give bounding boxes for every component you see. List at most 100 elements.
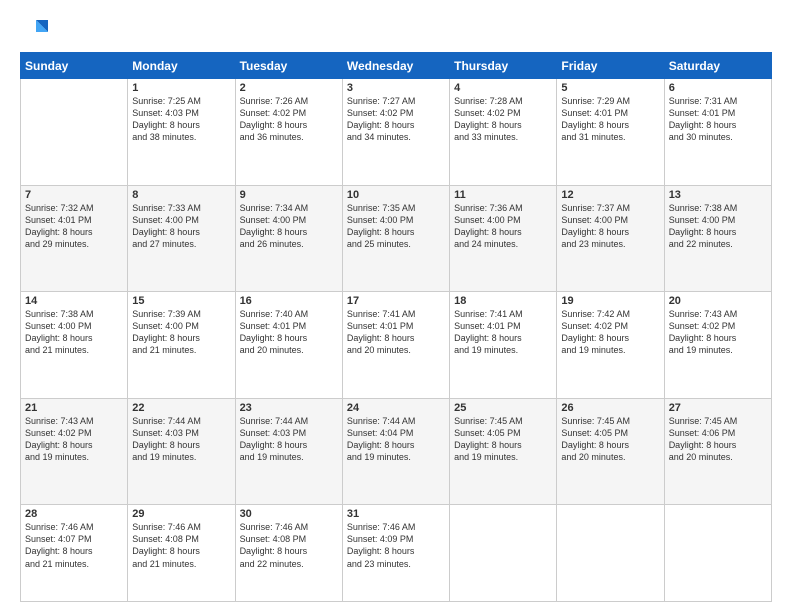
calendar-cell: 2Sunrise: 7:26 AM Sunset: 4:02 PM Daylig…: [235, 79, 342, 186]
day-info: Sunrise: 7:44 AM Sunset: 4:03 PM Dayligh…: [132, 415, 230, 464]
calendar-cell: 12Sunrise: 7:37 AM Sunset: 4:00 PM Dayli…: [557, 185, 664, 292]
day-info: Sunrise: 7:46 AM Sunset: 4:09 PM Dayligh…: [347, 521, 445, 570]
calendar-week-row: 28Sunrise: 7:46 AM Sunset: 4:07 PM Dayli…: [21, 505, 772, 602]
calendar-cell: [450, 505, 557, 602]
day-number: 30: [240, 508, 338, 520]
calendar-cell: 27Sunrise: 7:45 AM Sunset: 4:06 PM Dayli…: [664, 398, 771, 505]
day-number: 23: [240, 402, 338, 414]
day-of-week-header: Saturday: [664, 53, 771, 79]
day-number: 31: [347, 508, 445, 520]
day-info: Sunrise: 7:35 AM Sunset: 4:00 PM Dayligh…: [347, 202, 445, 251]
day-info: Sunrise: 7:31 AM Sunset: 4:01 PM Dayligh…: [669, 95, 767, 144]
calendar-cell: 13Sunrise: 7:38 AM Sunset: 4:00 PM Dayli…: [664, 185, 771, 292]
calendar-cell: 5Sunrise: 7:29 AM Sunset: 4:01 PM Daylig…: [557, 79, 664, 186]
day-number: 20: [669, 295, 767, 307]
day-number: 3: [347, 82, 445, 94]
day-info: Sunrise: 7:29 AM Sunset: 4:01 PM Dayligh…: [561, 95, 659, 144]
day-of-week-header: Tuesday: [235, 53, 342, 79]
day-info: Sunrise: 7:45 AM Sunset: 4:05 PM Dayligh…: [454, 415, 552, 464]
calendar-cell: 14Sunrise: 7:38 AM Sunset: 4:00 PM Dayli…: [21, 292, 128, 399]
day-info: Sunrise: 7:43 AM Sunset: 4:02 PM Dayligh…: [669, 308, 767, 357]
day-info: Sunrise: 7:45 AM Sunset: 4:05 PM Dayligh…: [561, 415, 659, 464]
calendar-header-row: SundayMondayTuesdayWednesdayThursdayFrid…: [21, 53, 772, 79]
logo: [20, 16, 52, 44]
day-number: 11: [454, 189, 552, 201]
day-number: 9: [240, 189, 338, 201]
page: SundayMondayTuesdayWednesdayThursdayFrid…: [0, 0, 792, 612]
day-info: Sunrise: 7:33 AM Sunset: 4:00 PM Dayligh…: [132, 202, 230, 251]
calendar-week-row: 7Sunrise: 7:32 AM Sunset: 4:01 PM Daylig…: [21, 185, 772, 292]
calendar-cell: 17Sunrise: 7:41 AM Sunset: 4:01 PM Dayli…: [342, 292, 449, 399]
calendar-cell: 20Sunrise: 7:43 AM Sunset: 4:02 PM Dayli…: [664, 292, 771, 399]
day-info: Sunrise: 7:44 AM Sunset: 4:04 PM Dayligh…: [347, 415, 445, 464]
day-info: Sunrise: 7:25 AM Sunset: 4:03 PM Dayligh…: [132, 95, 230, 144]
header: [20, 16, 772, 44]
calendar-cell: 6Sunrise: 7:31 AM Sunset: 4:01 PM Daylig…: [664, 79, 771, 186]
day-number: 19: [561, 295, 659, 307]
day-info: Sunrise: 7:46 AM Sunset: 4:08 PM Dayligh…: [240, 521, 338, 570]
calendar-cell: 25Sunrise: 7:45 AM Sunset: 4:05 PM Dayli…: [450, 398, 557, 505]
calendar-cell: [664, 505, 771, 602]
day-number: 24: [347, 402, 445, 414]
day-number: 13: [669, 189, 767, 201]
day-info: Sunrise: 7:41 AM Sunset: 4:01 PM Dayligh…: [347, 308, 445, 357]
calendar-cell: 29Sunrise: 7:46 AM Sunset: 4:08 PM Dayli…: [128, 505, 235, 602]
calendar-cell: 19Sunrise: 7:42 AM Sunset: 4:02 PM Dayli…: [557, 292, 664, 399]
day-number: 26: [561, 402, 659, 414]
day-of-week-header: Thursday: [450, 53, 557, 79]
day-number: 29: [132, 508, 230, 520]
day-number: 16: [240, 295, 338, 307]
day-number: 18: [454, 295, 552, 307]
calendar-cell: 9Sunrise: 7:34 AM Sunset: 4:00 PM Daylig…: [235, 185, 342, 292]
calendar-cell: 11Sunrise: 7:36 AM Sunset: 4:00 PM Dayli…: [450, 185, 557, 292]
day-number: 21: [25, 402, 123, 414]
calendar-cell: 8Sunrise: 7:33 AM Sunset: 4:00 PM Daylig…: [128, 185, 235, 292]
day-number: 12: [561, 189, 659, 201]
calendar-cell: 4Sunrise: 7:28 AM Sunset: 4:02 PM Daylig…: [450, 79, 557, 186]
day-info: Sunrise: 7:44 AM Sunset: 4:03 PM Dayligh…: [240, 415, 338, 464]
day-number: 5: [561, 82, 659, 94]
day-of-week-header: Wednesday: [342, 53, 449, 79]
calendar-cell: 16Sunrise: 7:40 AM Sunset: 4:01 PM Dayli…: [235, 292, 342, 399]
calendar-cell: 7Sunrise: 7:32 AM Sunset: 4:01 PM Daylig…: [21, 185, 128, 292]
calendar-week-row: 14Sunrise: 7:38 AM Sunset: 4:00 PM Dayli…: [21, 292, 772, 399]
calendar-cell: [557, 505, 664, 602]
calendar-cell: 15Sunrise: 7:39 AM Sunset: 4:00 PM Dayli…: [128, 292, 235, 399]
calendar-cell: [21, 79, 128, 186]
day-number: 25: [454, 402, 552, 414]
day-info: Sunrise: 7:28 AM Sunset: 4:02 PM Dayligh…: [454, 95, 552, 144]
day-number: 4: [454, 82, 552, 94]
calendar: SundayMondayTuesdayWednesdayThursdayFrid…: [20, 52, 772, 602]
calendar-cell: 3Sunrise: 7:27 AM Sunset: 4:02 PM Daylig…: [342, 79, 449, 186]
calendar-cell: 23Sunrise: 7:44 AM Sunset: 4:03 PM Dayli…: [235, 398, 342, 505]
day-info: Sunrise: 7:40 AM Sunset: 4:01 PM Dayligh…: [240, 308, 338, 357]
day-info: Sunrise: 7:37 AM Sunset: 4:00 PM Dayligh…: [561, 202, 659, 251]
day-info: Sunrise: 7:32 AM Sunset: 4:01 PM Dayligh…: [25, 202, 123, 251]
day-number: 1: [132, 82, 230, 94]
day-info: Sunrise: 7:36 AM Sunset: 4:00 PM Dayligh…: [454, 202, 552, 251]
calendar-cell: 28Sunrise: 7:46 AM Sunset: 4:07 PM Dayli…: [21, 505, 128, 602]
day-number: 6: [669, 82, 767, 94]
day-number: 15: [132, 295, 230, 307]
day-info: Sunrise: 7:45 AM Sunset: 4:06 PM Dayligh…: [669, 415, 767, 464]
day-info: Sunrise: 7:38 AM Sunset: 4:00 PM Dayligh…: [669, 202, 767, 251]
day-number: 7: [25, 189, 123, 201]
day-number: 14: [25, 295, 123, 307]
calendar-cell: 31Sunrise: 7:46 AM Sunset: 4:09 PM Dayli…: [342, 505, 449, 602]
day-number: 17: [347, 295, 445, 307]
calendar-cell: 30Sunrise: 7:46 AM Sunset: 4:08 PM Dayli…: [235, 505, 342, 602]
day-number: 8: [132, 189, 230, 201]
day-info: Sunrise: 7:42 AM Sunset: 4:02 PM Dayligh…: [561, 308, 659, 357]
day-of-week-header: Sunday: [21, 53, 128, 79]
day-number: 22: [132, 402, 230, 414]
day-number: 2: [240, 82, 338, 94]
day-info: Sunrise: 7:38 AM Sunset: 4:00 PM Dayligh…: [25, 308, 123, 357]
day-info: Sunrise: 7:27 AM Sunset: 4:02 PM Dayligh…: [347, 95, 445, 144]
logo-icon: [20, 16, 48, 44]
calendar-cell: 22Sunrise: 7:44 AM Sunset: 4:03 PM Dayli…: [128, 398, 235, 505]
calendar-week-row: 1Sunrise: 7:25 AM Sunset: 4:03 PM Daylig…: [21, 79, 772, 186]
calendar-cell: 21Sunrise: 7:43 AM Sunset: 4:02 PM Dayli…: [21, 398, 128, 505]
calendar-cell: 1Sunrise: 7:25 AM Sunset: 4:03 PM Daylig…: [128, 79, 235, 186]
day-of-week-header: Friday: [557, 53, 664, 79]
day-info: Sunrise: 7:39 AM Sunset: 4:00 PM Dayligh…: [132, 308, 230, 357]
